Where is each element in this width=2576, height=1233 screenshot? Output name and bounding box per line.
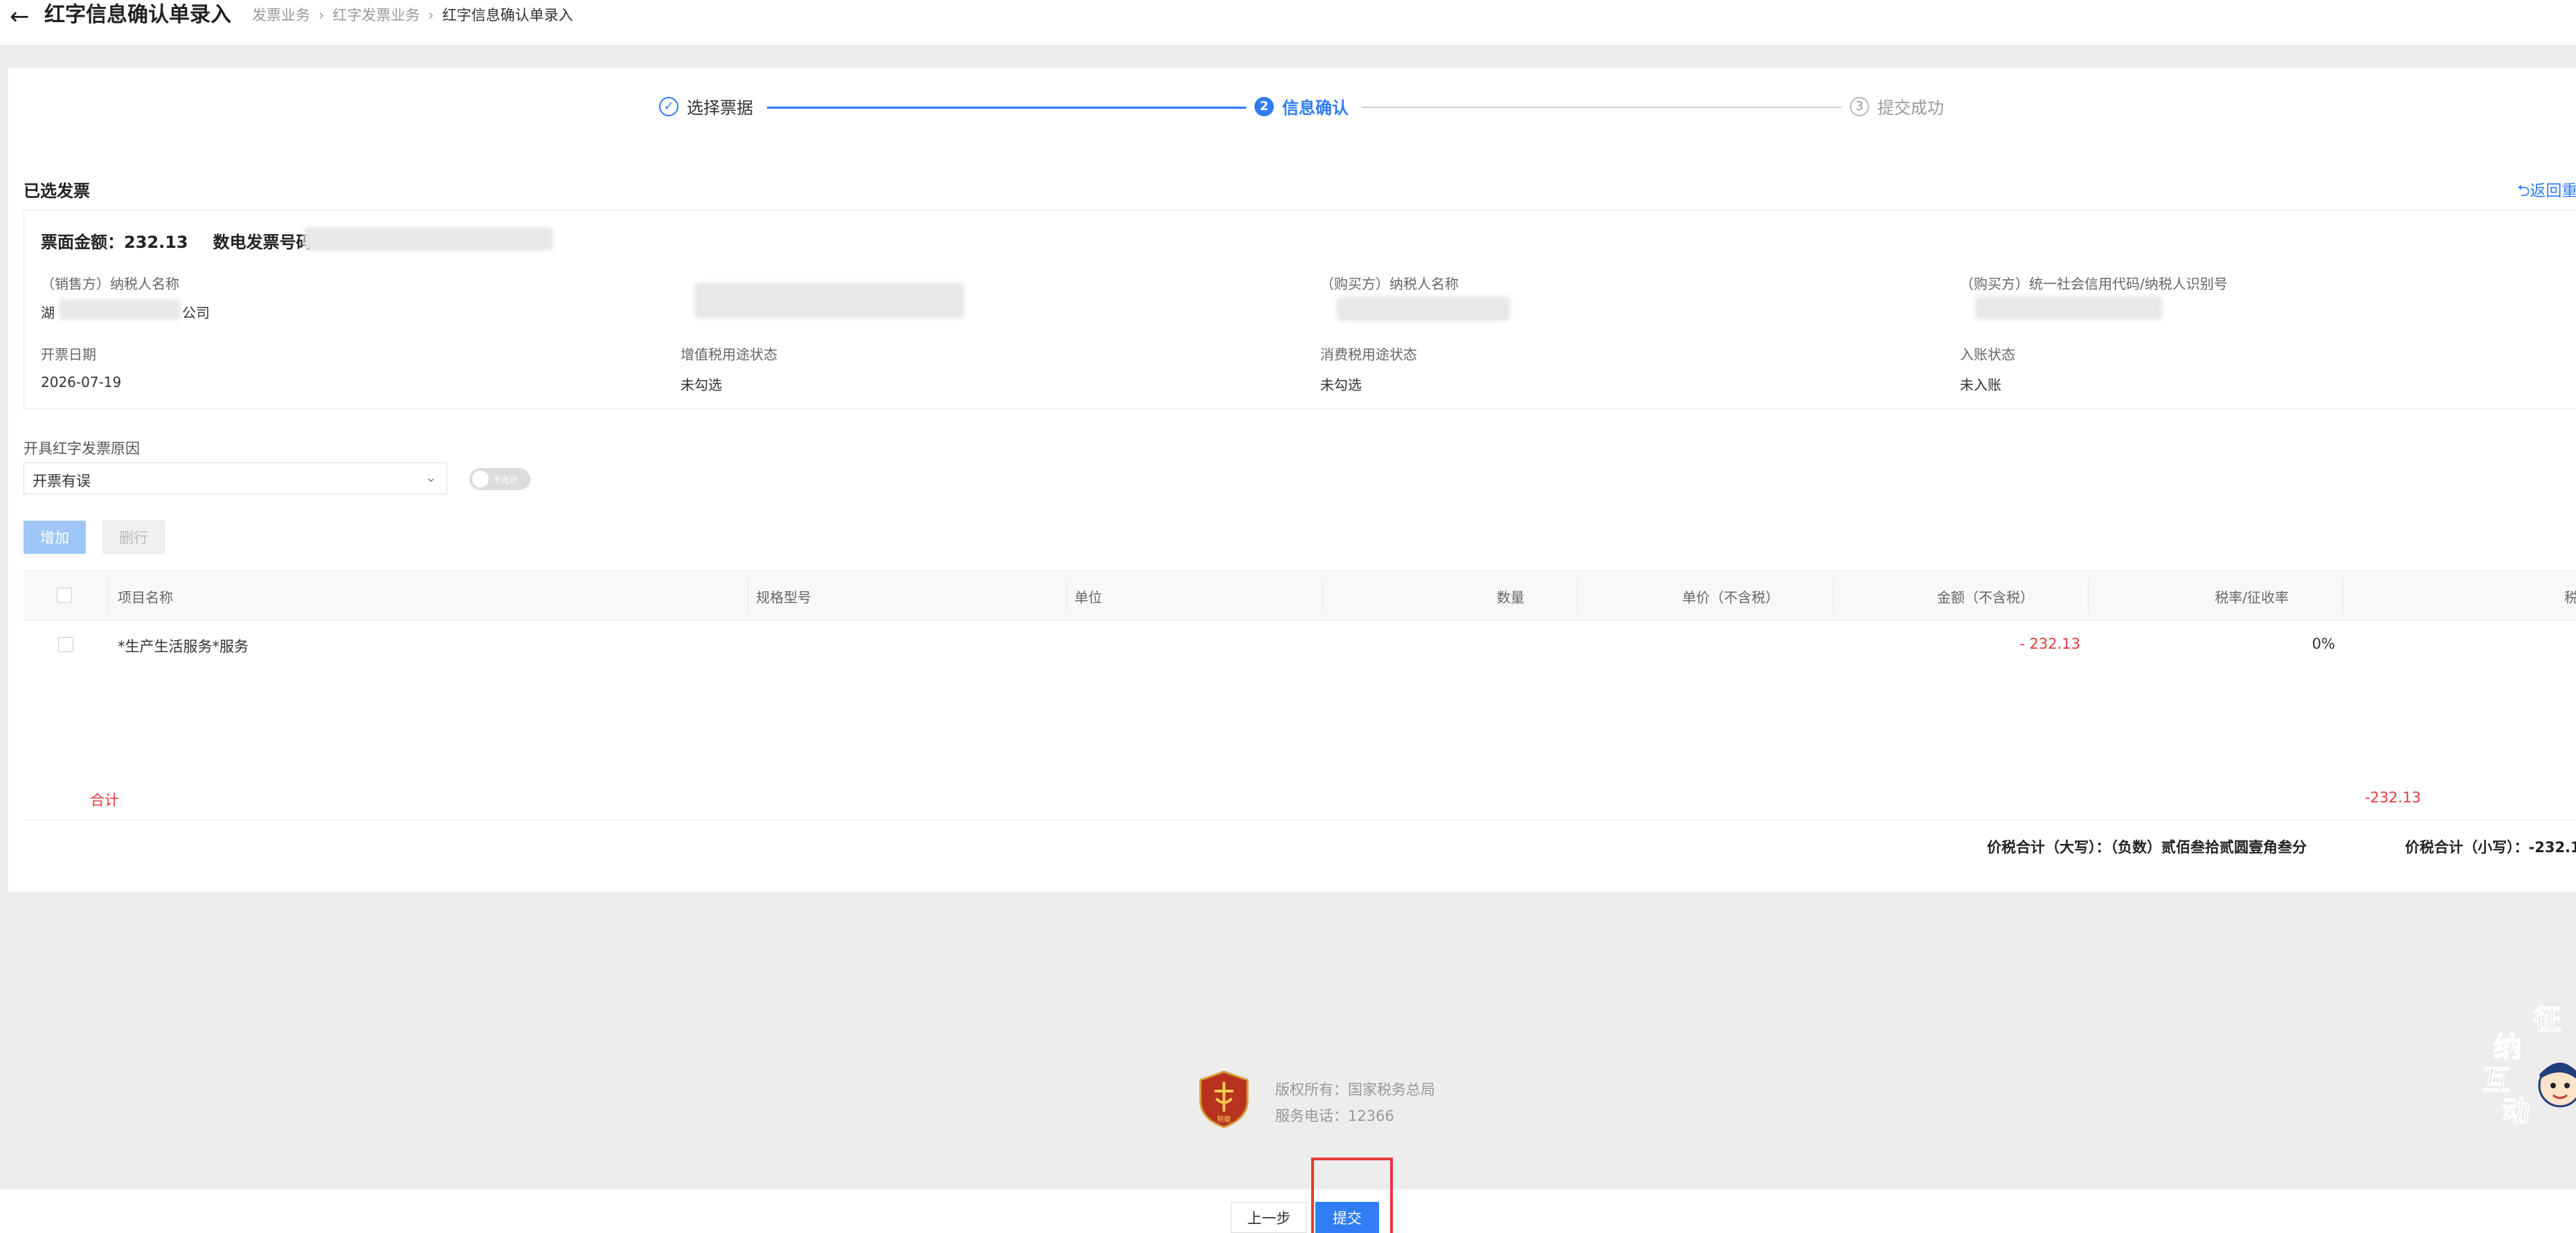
step-label: 信息确认 xyxy=(1282,98,1349,118)
footer-phone: 服务电话：12366 xyxy=(1275,1108,1394,1124)
red-invoice-reason-label: 开具红字发票原因 xyxy=(24,440,140,457)
back-arrow-icon[interactable]: ← xyxy=(10,3,30,30)
row-tax-rate: 0% xyxy=(2312,636,2335,652)
consumption-status-value: 未勾选 xyxy=(1320,377,1362,393)
redacted-seller-name xyxy=(59,299,181,320)
step-label: 选择票据 xyxy=(687,98,753,118)
breadcrumb-item-invoice-business[interactable]: 发票业务 xyxy=(252,7,310,24)
svg-text:互: 互 xyxy=(2483,1065,2510,1097)
step-connector-pending xyxy=(1361,107,1841,108)
row-item-name: *生产生活服务*服务 xyxy=(118,638,249,655)
toggle-text: 不允许 xyxy=(493,475,519,485)
section-title: 已选发票 xyxy=(24,181,90,201)
price-total-upper: 价税合计（大写）：（负数）贰佰叁拾贰圆壹角叁分 xyxy=(1987,839,2307,856)
reason-toggle[interactable]: 不允许 xyxy=(469,468,530,490)
step-select-document: ✓ 选择票据 xyxy=(659,94,753,118)
previous-step-button[interactable]: 上一步 xyxy=(1231,1202,1307,1233)
col-amount: 金额（不含税） xyxy=(1937,589,2034,606)
breadcrumb: 发票业务 › 红字发票业务 › 红字信息确认单录入 xyxy=(252,6,573,25)
invoice-amount-line: 票面金额：232.13 数电发票号码 xyxy=(41,228,313,253)
highlight-box xyxy=(1311,1158,1393,1233)
toggle-knob xyxy=(472,471,489,487)
reason-selected-value: 开票有误 xyxy=(33,473,91,489)
delete-row-button[interactable]: 删行 xyxy=(102,521,165,554)
breadcrumb-item-red-invoice-business[interactable]: 红字发票业务 xyxy=(332,7,420,24)
step-label: 提交成功 xyxy=(1877,98,1944,118)
seller-name-suffix: 公司 xyxy=(182,305,210,321)
page-title: 红字信息确认单录入 xyxy=(44,3,231,27)
col-tax-rate: 税率/征收率 xyxy=(2215,589,2289,606)
step-info-confirm: 2 信息确认 xyxy=(1254,94,1349,118)
invoice-number-label: 数电发票号码 xyxy=(213,233,313,252)
svg-text:征: 征 xyxy=(2534,1004,2561,1036)
svg-text:纳: 纳 xyxy=(2494,1032,2521,1063)
consumption-status-label: 消费税用途状态 xyxy=(1320,346,1417,363)
col-spec: 规格型号 xyxy=(756,589,811,606)
chevron-down-icon: ⌄ xyxy=(425,469,437,485)
col-unit-price: 单价（不含税） xyxy=(1682,589,1779,606)
chevron-right-icon: › xyxy=(428,7,434,24)
svg-text:税徽: 税徽 xyxy=(1217,1115,1231,1124)
add-row-button[interactable]: 增加 xyxy=(24,521,86,554)
invoice-info-panel: 票面金额：232.13 数电发票号码 （销售方）纳税人名称 湖 公司 （购买方）纳… xyxy=(24,210,2576,409)
buyer-name-label: （购买方）纳税人名称 xyxy=(1320,276,1459,292)
col-quantity: 数量 xyxy=(1497,589,1524,606)
mascot-widget-icon[interactable]: 征 纳 互 动 xyxy=(2478,997,2576,1128)
breadcrumb-item-current: 红字信息确认单录入 xyxy=(442,7,573,24)
redacted-invoice-number xyxy=(304,227,553,251)
invoice-amount: 票面金额：232.13 xyxy=(41,233,188,252)
total-amount: -232.13 xyxy=(2365,789,2422,806)
issue-date-value: 2026-07-19 xyxy=(41,374,122,390)
step-submit-success: 3 提交成功 xyxy=(1850,94,1944,118)
price-total-lower: 价税合计（小写）：-232.1 xyxy=(2405,839,2576,856)
redacted-buyer-name xyxy=(1337,296,1510,321)
footer-copyright: 版权所有：国家税务总局 xyxy=(1275,1081,1435,1098)
col-item-name: 项目名称 xyxy=(118,589,173,606)
seller-name-label: （销售方）纳税人名称 xyxy=(41,276,179,292)
buyer-id-label: （购买方）统一社会信用代码/纳税人识别号 xyxy=(1960,276,2228,292)
row-checkbox[interactable] xyxy=(58,637,73,652)
total-label: 合计 xyxy=(90,792,119,809)
vat-status-label: 增值税用途状态 xyxy=(681,346,777,363)
issue-date-label: 开票日期 xyxy=(41,346,96,363)
step-connector-done xyxy=(767,107,1246,109)
tax-emblem-icon: 税徽 xyxy=(1199,1070,1249,1128)
check-icon: ✓ xyxy=(659,96,678,116)
redacted-buyer-id xyxy=(1975,296,2162,320)
page-header: ← 红字信息确认单录入 发票业务 › 红字发票业务 › 红字信息确认单录入 xyxy=(0,0,2576,45)
vat-status-value: 未勾选 xyxy=(681,377,722,393)
items-table-header: 项目名称 规格型号 单位 数量 单价（不含税） 金额（不含税） 税率/征收率 税 xyxy=(24,570,2576,620)
entry-status-label: 入账状态 xyxy=(1960,346,2015,363)
step-number: 3 xyxy=(1850,96,1869,116)
col-tax: 税 xyxy=(2564,589,2576,606)
row-amount: - 232.13 xyxy=(2019,636,2080,652)
svg-text:动: 动 xyxy=(2502,1095,2530,1127)
entry-status-value: 未入账 xyxy=(1960,377,2001,393)
red-invoice-reason-select[interactable]: 开票有误 ⌄ xyxy=(24,462,447,494)
redacted-seller-id xyxy=(694,282,964,318)
return-reselect-link[interactable]: ⮌返回重 xyxy=(2517,177,2576,206)
col-unit: 单位 xyxy=(1074,589,1102,606)
seller-name-prefix: 湖 xyxy=(41,305,55,321)
select-all-checkbox[interactable] xyxy=(57,588,72,603)
chevron-right-icon: › xyxy=(318,7,325,24)
step-number: 2 xyxy=(1254,96,1274,116)
